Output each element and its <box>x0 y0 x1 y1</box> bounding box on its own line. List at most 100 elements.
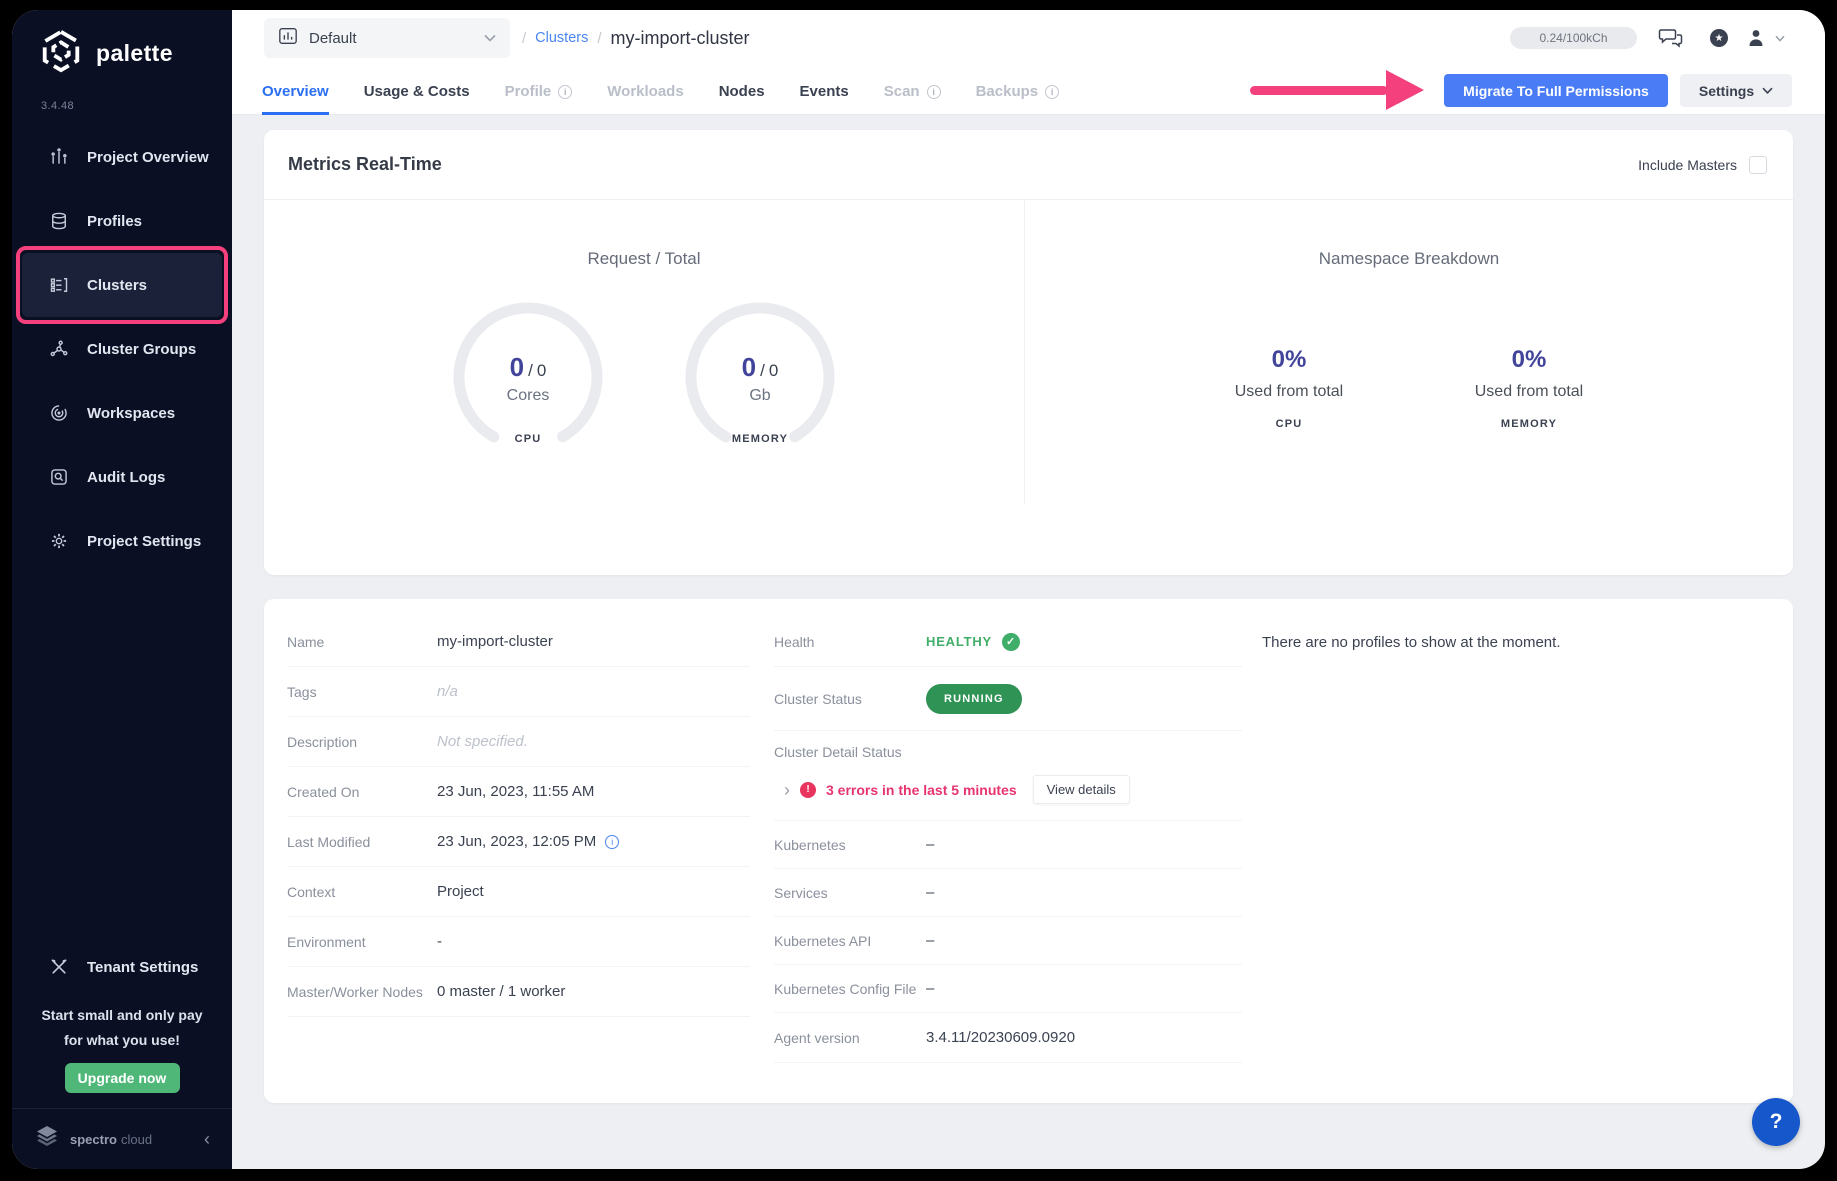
row-label: Environment <box>287 934 437 950</box>
value-separator: / <box>528 361 533 380</box>
tab-usage-costs[interactable]: Usage & Costs <box>364 83 470 115</box>
project-scope-icon <box>278 26 298 51</box>
namespace-memory-stat: 0% Used from total MEMORY <box>1459 346 1599 430</box>
row-label: Services <box>774 885 926 901</box>
namespace-cpu-stat: 0% Used from total CPU <box>1219 346 1359 430</box>
memory-percent-value: 0% <box>1459 346 1599 374</box>
chat-icon[interactable] <box>1658 27 1684 49</box>
error-icon: ! <box>800 782 816 798</box>
sidebar-item-clusters[interactable]: Clusters <box>22 253 222 317</box>
row-label: Cluster Status <box>774 691 926 707</box>
row-label: Cluster Detail Status <box>774 744 1242 760</box>
row-value: n/a <box>437 683 458 700</box>
row-label: Created On <box>287 784 437 800</box>
tab-workloads[interactable]: Workloads <box>607 83 683 115</box>
sidebar-footer: spectro cloud ‹ <box>12 1108 232 1169</box>
row-label: Kubernetes API <box>774 933 926 949</box>
info-icon[interactable]: i <box>605 835 619 849</box>
sidebar-item-profiles[interactable]: Profiles <box>12 189 232 253</box>
palette-logo-icon <box>38 28 84 79</box>
star-badge-icon[interactable]: ★ <box>1710 29 1728 47</box>
sidebar-item-label: Audit Logs <box>87 469 165 486</box>
profiles-empty-message: There are no profiles to show at the mom… <box>1262 617 1769 667</box>
sidebar-item-tenant-settings[interactable]: Tenant Settings <box>12 935 232 999</box>
migrate-to-full-permissions-button[interactable]: Migrate To Full Permissions <box>1444 74 1668 107</box>
row-label: Health <box>774 634 926 650</box>
topbar: Default / Clusters / my-import-cluster 0… <box>232 10 1825 115</box>
general-info-column: Name my-import-cluster Tags n/a Descript… <box>287 617 750 1017</box>
sidebar-item-audit-logs[interactable]: Audit Logs <box>12 445 232 509</box>
info-icon[interactable]: i <box>1045 85 1059 99</box>
include-masters: Include Masters <box>1638 156 1767 174</box>
settings-button[interactable]: Settings <box>1680 74 1792 107</box>
tab-scan[interactable]: Scani <box>884 83 941 115</box>
row-label: Tags <box>287 684 437 700</box>
main-area: Default / Clusters / my-import-cluster 0… <box>232 10 1825 1169</box>
sidebar-item-project-overview[interactable]: Project Overview <box>12 125 232 189</box>
sidebar-item-label: Project Settings <box>87 533 201 550</box>
cpu-percent-value: 0% <box>1219 346 1359 374</box>
upgrade-promo: Start small and only pay for what you us… <box>12 1003 232 1093</box>
info-icon[interactable]: i <box>558 85 572 99</box>
collapse-sidebar-icon[interactable]: ‹ <box>204 1130 210 1148</box>
row-value: 23 Jun, 2023, 12:05 PM <box>437 833 596 850</box>
footer-brand-secondary: cloud <box>121 1132 152 1147</box>
sidebar-item-label: Project Overview <box>87 149 209 166</box>
row-value: - <box>437 933 442 950</box>
memory-caption: MEMORY <box>680 433 840 445</box>
chevron-down-icon <box>1762 87 1773 94</box>
breadcrumb-separator: / <box>597 30 601 47</box>
namespace-breakdown-section: Namespace Breakdown 0% Used from total C… <box>1025 200 1793 574</box>
tab-events[interactable]: Events <box>800 83 849 115</box>
sidebar-item-label: Tenant Settings <box>87 959 198 976</box>
tab-label: Backups <box>976 83 1039 100</box>
memory-percent-label: Used from total <box>1459 383 1599 401</box>
error-message: 3 errors in the last 5 minutes <box>826 782 1017 798</box>
breadcrumb-clusters-link[interactable]: Clusters <box>535 30 588 46</box>
row-value: – <box>926 884 934 901</box>
user-icon[interactable] <box>1748 29 1764 47</box>
target-icon <box>48 402 70 424</box>
cluster-details-card: Name my-import-cluster Tags n/a Descript… <box>264 599 1793 1103</box>
help-button[interactable]: ? <box>1752 1098 1800 1146</box>
settings-button-label: Settings <box>1699 83 1754 99</box>
tab-nodes[interactable]: Nodes <box>719 83 765 115</box>
running-status-badge: RUNNING <box>926 684 1022 714</box>
include-masters-checkbox[interactable] <box>1749 156 1767 174</box>
tab-backups[interactable]: Backups i <box>976 83 1060 115</box>
tab-label: Usage & Costs <box>364 83 470 100</box>
row-value: – <box>926 836 934 853</box>
sidebar-item-cluster-groups[interactable]: Cluster Groups <box>12 317 232 381</box>
tab-label: Workloads <box>607 83 683 100</box>
sidebar: palette 3.4.48 Project Overview <box>12 10 232 1169</box>
view-details-button[interactable]: View details <box>1033 775 1130 804</box>
app-window: palette 3.4.48 Project Overview <box>12 10 1825 1169</box>
row-value: my-import-cluster <box>437 633 553 650</box>
health-row: Health HEALTHY ✓ <box>774 617 1242 667</box>
detail-row-description: Description Not specified. <box>287 717 750 767</box>
detail-row-name: Name my-import-cluster <box>287 617 750 667</box>
kubernetes-config-row: Kubernetes Config File – <box>774 965 1242 1013</box>
cpu-used-value: 0 <box>510 352 524 382</box>
row-label: Context <box>287 884 437 900</box>
tab-profile[interactable]: Profilei <box>505 83 573 115</box>
expand-chevron-icon[interactable]: › <box>784 781 790 799</box>
metrics-header: Metrics Real-Time Include Masters <box>264 130 1793 200</box>
info-icon[interactable]: i <box>927 85 941 99</box>
project-selector[interactable]: Default <box>264 18 510 58</box>
kubernetes-row: Kubernetes – <box>774 821 1242 869</box>
project-selector-value: Default <box>309 30 357 47</box>
chevron-down-icon[interactable] <box>1775 35 1785 42</box>
row-value: 0 master / 1 worker <box>437 983 565 1000</box>
tools-icon <box>48 956 70 978</box>
memory-stat-caption: MEMORY <box>1459 418 1599 430</box>
sidebar-item-project-settings[interactable]: Project Settings <box>12 509 232 573</box>
upgrade-now-button[interactable]: Upgrade now <box>65 1063 180 1093</box>
healthy-check-icon: ✓ <box>1002 633 1020 651</box>
sidebar-item-workspaces[interactable]: Workspaces <box>12 381 232 445</box>
kubernetes-api-row: Kubernetes API – <box>774 917 1242 965</box>
tab-overview[interactable]: Overview <box>262 83 329 115</box>
footer-brand-primary: spectro <box>70 1132 117 1147</box>
row-label: Master/Worker Nodes <box>287 984 437 1000</box>
row-label: Name <box>287 634 437 650</box>
